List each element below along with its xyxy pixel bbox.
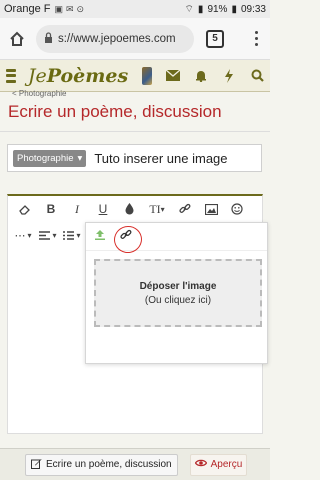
breadcrumb[interactable]: < Photographie xyxy=(12,89,67,98)
bell-icon[interactable] xyxy=(194,69,208,83)
url-bar[interactable]: s://www.jepoemes.com xyxy=(36,24,194,53)
category-value: Photographie xyxy=(17,152,74,164)
tab-switcher-button[interactable]: 5 xyxy=(206,29,224,48)
signal-icon: ▮ xyxy=(197,3,204,15)
page-title: Ecrire un poème, discussion xyxy=(8,102,222,121)
browser-menu-icon[interactable] xyxy=(248,28,264,50)
caret-down-icon: ▾ xyxy=(52,230,57,240)
avatar[interactable] xyxy=(142,66,152,85)
eraser-icon[interactable] xyxy=(12,198,38,220)
post-button-label: Ecrire un poème, discussion xyxy=(46,459,172,470)
bold-label: B xyxy=(46,202,56,216)
smiley-icon[interactable] xyxy=(224,198,250,220)
mail-icon[interactable] xyxy=(166,69,180,83)
logo-prefix: Je xyxy=(27,64,47,87)
list-icon[interactable]: ▾ xyxy=(60,224,84,246)
preview-button[interactable]: Aperçu xyxy=(189,453,248,476)
italic-button[interactable]: I xyxy=(64,198,90,220)
battery-icon: ▮ xyxy=(231,3,237,15)
battery-percent: 91% xyxy=(207,3,228,15)
image-icon[interactable] xyxy=(198,198,224,220)
image-insert-popover: Déposer l'image (Ou cliquez ici) xyxy=(85,222,268,364)
caret-down-icon: ▾ xyxy=(160,204,165,214)
lightning-icon[interactable] xyxy=(222,68,236,83)
title-input[interactable]: Tuto inserer une image xyxy=(94,151,227,166)
bottom-action-bar: Ecrire un poème, discussion Aperçu xyxy=(0,448,270,480)
preview-button-label: Aperçu xyxy=(210,459,243,470)
status-bar: Orange F ▣ ✉ ⊙ ⌔ ▮ 91% ▮ 09:33 xyxy=(0,0,270,18)
underline-label: U xyxy=(98,202,108,216)
eye-icon xyxy=(194,459,207,470)
caret-down-icon: ▾ xyxy=(76,230,81,240)
post-button[interactable]: Ecrire un poème, discussion xyxy=(25,453,178,476)
edit-icon xyxy=(31,458,42,472)
underline-button[interactable]: U xyxy=(90,198,116,220)
caret-down-icon: ▾ xyxy=(27,230,32,240)
sync-notification-icon: ⊙ xyxy=(76,3,85,14)
logo-suffix: Poèmes xyxy=(46,64,129,87)
clock: 09:33 xyxy=(240,3,266,15)
wifi-icon: ⌔ xyxy=(184,3,194,15)
divider xyxy=(0,131,270,132)
title-row: Photographie ▾ Tuto inserer une image xyxy=(7,144,262,172)
category-select[interactable]: Photographie ▾ xyxy=(13,149,87,167)
search-icon[interactable] xyxy=(250,69,264,83)
browser-toolbar: s://www.jepoemes.com 5 xyxy=(0,18,270,60)
hamburger-menu-icon[interactable] xyxy=(6,68,16,83)
more-options-icon[interactable]: ⋯ ▾ xyxy=(10,224,36,246)
lock-icon xyxy=(44,31,53,46)
image-dropzone[interactable]: Déposer l'image (Ou cliquez ici) xyxy=(94,259,262,327)
header-icons xyxy=(166,68,264,83)
message-notification-icon: ✉ xyxy=(65,3,74,14)
upload-tab-icon[interactable] xyxy=(94,228,106,246)
image-notification-icon: ▣ xyxy=(54,3,63,14)
carrier-name: Orange F xyxy=(4,3,51,15)
ellipsis-icon: ⋯ xyxy=(14,229,26,242)
bold-button[interactable]: B xyxy=(38,198,64,220)
site-logo[interactable]: JePoèmes xyxy=(28,65,128,87)
url-text: s://www.jepoemes.com xyxy=(58,32,176,45)
caret-down-icon: ▾ xyxy=(77,152,83,164)
align-icon[interactable]: ▾ xyxy=(36,224,60,246)
italic-label: I xyxy=(75,201,79,216)
link-icon[interactable] xyxy=(172,198,198,220)
status-right: ⌔ ▮ 91% ▮ 09:33 xyxy=(185,3,266,16)
font-size-label: TI xyxy=(149,201,161,216)
home-icon[interactable] xyxy=(6,28,28,50)
color-drop-icon[interactable] xyxy=(116,198,142,220)
dropzone-title: Déposer l'image xyxy=(139,280,217,292)
notification-icons: ▣ ✉ ⊙ xyxy=(54,4,84,15)
editor-toolbar-row1: B I U TI ▾ xyxy=(8,196,262,222)
font-size-button[interactable]: TI ▾ xyxy=(142,198,172,220)
dropzone-subtitle: (Ou cliquez ici) xyxy=(144,294,212,306)
site-header: JePoèmes xyxy=(0,60,270,92)
